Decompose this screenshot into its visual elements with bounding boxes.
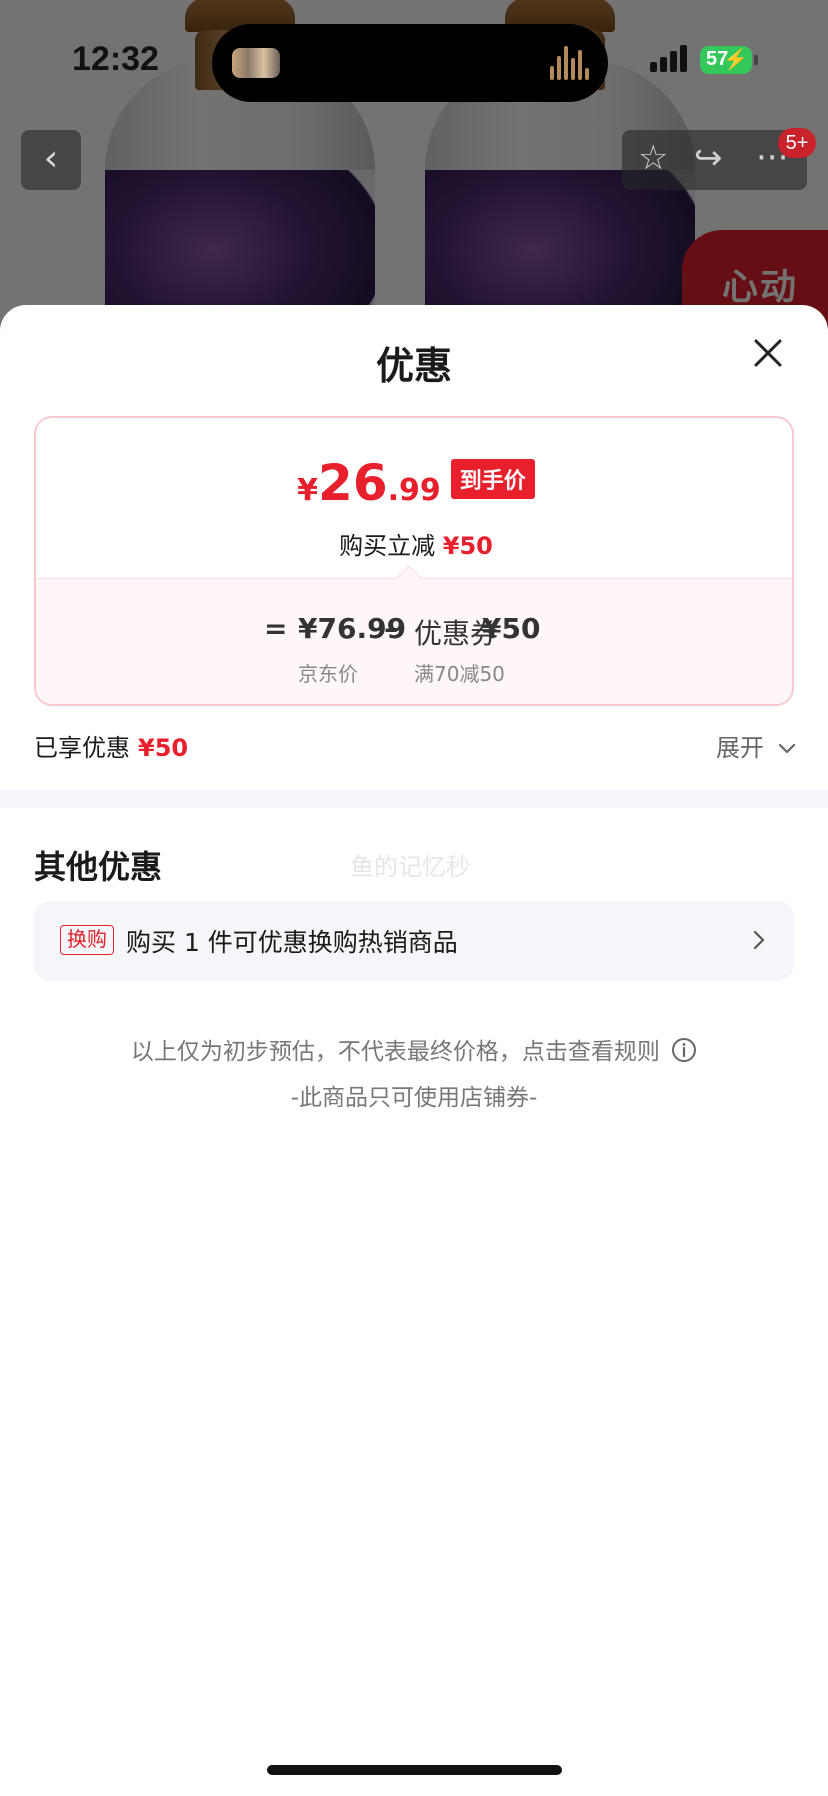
share-icon[interactable]: ↪: [694, 138, 723, 178]
final-price: ¥26.99 到手价: [36, 454, 792, 512]
signal-icon: [650, 44, 690, 72]
audio-wave-icon: [550, 46, 590, 80]
final-price-tag: 到手价: [450, 459, 535, 499]
chevron-right-icon: [753, 930, 765, 950]
watermark: 鱼的记忆秒: [350, 853, 470, 881]
enjoyed-amount: ¥50: [138, 734, 189, 762]
info-icon[interactable]: [671, 1037, 697, 1063]
expand-label: 展开: [716, 734, 764, 762]
enjoyed-discount: 已享优惠 ¥50: [34, 728, 188, 763]
close-icon[interactable]: [748, 333, 788, 373]
coupon-rule: 满70减50: [414, 662, 505, 686]
equals-sign: =: [264, 612, 288, 645]
notification-badge: 5+: [778, 128, 816, 158]
disclaimer[interactable]: 以上仅为初步预估，不代表最终价格，点击查看规则: [0, 1032, 828, 1066]
sheet-title: 优惠: [375, 344, 452, 388]
product-background: 心动 12:32 57⚡ ‹ ☆ ↪ ··· 5+: [0, 0, 828, 330]
exchange-offer[interactable]: 换购 购买 1 件可优惠换购热销商品: [34, 901, 794, 981]
instant-reduce-amount: ¥50: [442, 532, 493, 560]
minus-sign: –: [384, 612, 398, 645]
chevron-down-icon: [778, 743, 795, 754]
other-discounts-title: 其他优惠: [34, 848, 163, 886]
jd-price-label: 京东价: [298, 662, 358, 686]
price-currency: ¥: [297, 473, 319, 508]
shop-coupon-note: -此商品只可使用店铺券-: [290, 1085, 538, 1111]
price-integer: 26: [318, 454, 388, 512]
home-indicator[interactable]: [267, 1765, 562, 1775]
dynamic-island: [212, 24, 608, 102]
expand-button[interactable]: 展开: [716, 728, 796, 763]
discount-sheet: 优惠 ¥26.99 到手价 购买立减 ¥50 = ¥76.99 – 优惠券 ¥50…: [0, 305, 828, 1796]
status-time: 12:32: [72, 40, 159, 78]
exchange-offer-text: 购买 1 件可优惠换购热销商品: [126, 928, 458, 957]
disclaimer-text: 以上仅为初步预估，不代表最终价格，点击查看规则: [130, 1039, 660, 1065]
coupon-amount: ¥50: [482, 612, 541, 645]
enjoyed-label: 已享优惠: [34, 734, 130, 762]
instant-reduce: 购买立减 ¥50: [36, 526, 792, 561]
battery-icon: 57 ⚡: [700, 46, 752, 74]
price-calc: = ¥76.99 – 优惠券 ¥50: [36, 612, 792, 652]
price-card: ¥26.99 到手价 购买立减 ¥50 = ¥76.99 – 优惠券 ¥50 京东…: [34, 416, 794, 706]
instant-reduce-label: 购买立减: [339, 532, 436, 560]
price-decimal: .99: [387, 473, 441, 508]
media-thumbnail: [232, 48, 280, 78]
section-divider: [0, 790, 828, 808]
back-button[interactable]: ‹: [21, 130, 81, 190]
star-icon[interactable]: ☆: [638, 138, 668, 178]
exchange-tag: 换购: [60, 925, 114, 955]
